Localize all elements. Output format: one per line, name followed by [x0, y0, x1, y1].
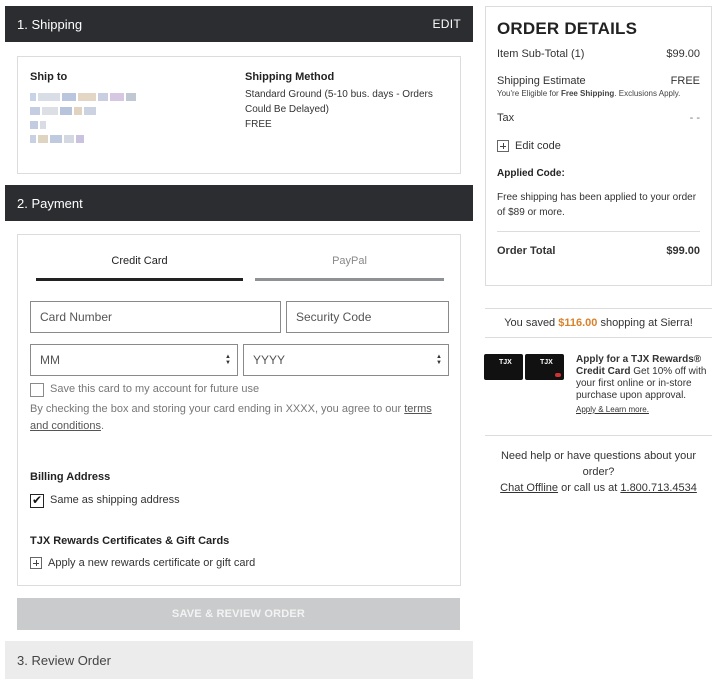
expiry-month-select[interactable]: MM ▲ ▼	[30, 344, 238, 376]
chat-offline-link[interactable]: Chat Offline	[500, 482, 558, 494]
help-question: Need help or have questions about your o…	[500, 450, 697, 478]
mastercard-icon	[555, 373, 561, 377]
tax-label: Tax	[497, 112, 515, 124]
shipping-method-text: Standard Ground (5-10 bus. days - Orders…	[245, 89, 433, 115]
shipping-section-title: 1. Shipping	[17, 16, 83, 32]
shipping-method-price: FREE	[245, 119, 272, 130]
card-logo: TJX	[540, 359, 553, 366]
order-total-row: Order Total $99.00	[497, 245, 700, 257]
same-as-shipping-checkbox[interactable]	[30, 493, 44, 508]
agreement-end: .	[100, 420, 105, 432]
savings-pre: You saved	[504, 317, 559, 329]
expiry-year-value: YYYY	[253, 353, 286, 367]
shipping-method-block: Shipping Method Standard Ground (5-10 bu…	[245, 71, 455, 132]
ship-to-block: Ship to	[30, 71, 220, 143]
card-logo: TJX	[499, 359, 512, 366]
credit-card-image: TJX	[525, 354, 564, 380]
shipping-summary: Ship to Shipping Method Standard Ground …	[17, 56, 461, 174]
ship-to-label: Ship to	[30, 71, 68, 83]
save-review-order-button[interactable]: SAVE & REVIEW ORDER	[17, 598, 460, 630]
payment-section-title: 2. Payment	[17, 195, 83, 211]
order-details-title: ORDER DETAILS	[497, 19, 638, 38]
help-middle: or call us at	[558, 482, 621, 494]
redacted-address	[30, 93, 220, 143]
tab-credit-card[interactable]: Credit Card	[36, 251, 243, 281]
shipping-estimate-label: Shipping Estimate	[497, 75, 586, 87]
subtotal-row: Item Sub-Total (1) $99.00	[497, 48, 700, 60]
free-shipping-note: You're Eligible for Free Shipping. Exclu…	[497, 89, 700, 98]
order-details-panel: ORDER DETAILS Item Sub-Total (1) $99.00 …	[485, 6, 712, 286]
edit-code-link[interactable]: Edit code	[497, 140, 700, 152]
promo-text: Apply for a TJX Rewards® Credit Card Get…	[576, 354, 712, 416]
payment-tabs: Credit Card PayPal	[36, 251, 444, 281]
subtotal-value: $99.00	[666, 48, 700, 60]
expiry-year-select[interactable]: YYYY ▲ ▼	[243, 344, 449, 376]
applied-code-label: Applied Code:	[497, 168, 565, 179]
tax-value: - -	[689, 112, 700, 124]
checkout-main: 1. Shipping EDIT Ship to Shipping Method…	[5, 6, 473, 680]
help-block: Need help or have questions about your o…	[485, 435, 712, 494]
shipping-estimate-value: FREE	[670, 75, 700, 87]
savings-banner: You saved $116.00 shopping at Sierra!	[485, 308, 712, 338]
apply-rewards-link[interactable]: Apply a new rewards certificate or gift …	[30, 557, 255, 569]
order-divider	[497, 231, 700, 232]
plus-square-icon	[497, 140, 509, 152]
save-card-label: Save this card to my account for future …	[50, 383, 260, 395]
order-total-label: Order Total	[497, 245, 556, 257]
agreement-text: By checking the box and storing your car…	[30, 403, 405, 415]
apply-learn-more-link[interactable]: Apply & Learn more.	[576, 404, 712, 416]
tjx-card-promo: TJX TJX Apply for a TJX Rewards® Credit …	[484, 354, 714, 420]
tax-row: Tax - -	[497, 112, 700, 124]
phone-link[interactable]: 1.800.713.4534	[620, 482, 696, 494]
rewards-label: TJX Rewards Certificates & Gift Cards	[30, 535, 230, 547]
select-arrows-icon: ▲ ▼	[225, 354, 231, 366]
billing-address-label: Billing Address	[30, 471, 111, 483]
applied-code-text: Free shipping has been applied to your o…	[497, 192, 697, 218]
select-arrows-icon: ▲ ▼	[436, 354, 442, 366]
plus-square-icon	[30, 557, 42, 569]
apply-rewards-label: Apply a new rewards certificate or gift …	[48, 557, 256, 569]
review-section-title: 3. Review Order	[17, 652, 111, 668]
payment-section-header: 2. Payment	[5, 185, 473, 221]
save-card-checkbox[interactable]	[30, 383, 44, 397]
note-bold: Free Shipping	[560, 89, 615, 98]
order-total-value: $99.00	[666, 245, 700, 257]
savings-amount: $116.00	[558, 317, 598, 329]
card-number-input[interactable]: Card Number	[30, 301, 281, 333]
subtotal-label: Item Sub-Total (1)	[497, 48, 585, 60]
tab-paypal[interactable]: PayPal	[255, 251, 444, 281]
card-agreement-text: By checking the box and storing your car…	[30, 401, 440, 435]
edit-code-label: Edit code	[515, 140, 561, 152]
note-pre: You're Eligible for	[497, 89, 561, 98]
shipping-edit-link[interactable]: EDIT	[432, 17, 461, 31]
shipping-estimate-row: Shipping Estimate FREE	[497, 75, 700, 87]
shipping-section-header: 1. Shipping EDIT	[5, 6, 473, 42]
help-contact: Chat Offline or call us at 1.800.713.453…	[485, 480, 712, 496]
payment-form: Credit Card PayPal Card Number Security …	[17, 234, 461, 586]
note-post: . Exclusions Apply.	[614, 89, 681, 98]
expiry-month-value: MM	[40, 353, 60, 367]
review-section-header[interactable]: 3. Review Order	[5, 641, 473, 679]
savings-post: shopping at Sierra!	[597, 317, 693, 329]
security-code-input[interactable]: Security Code	[286, 301, 449, 333]
same-as-shipping-label: Same as shipping address	[50, 494, 180, 506]
shipping-method-label: Shipping Method	[245, 71, 335, 83]
credit-card-image: TJX	[484, 354, 523, 380]
